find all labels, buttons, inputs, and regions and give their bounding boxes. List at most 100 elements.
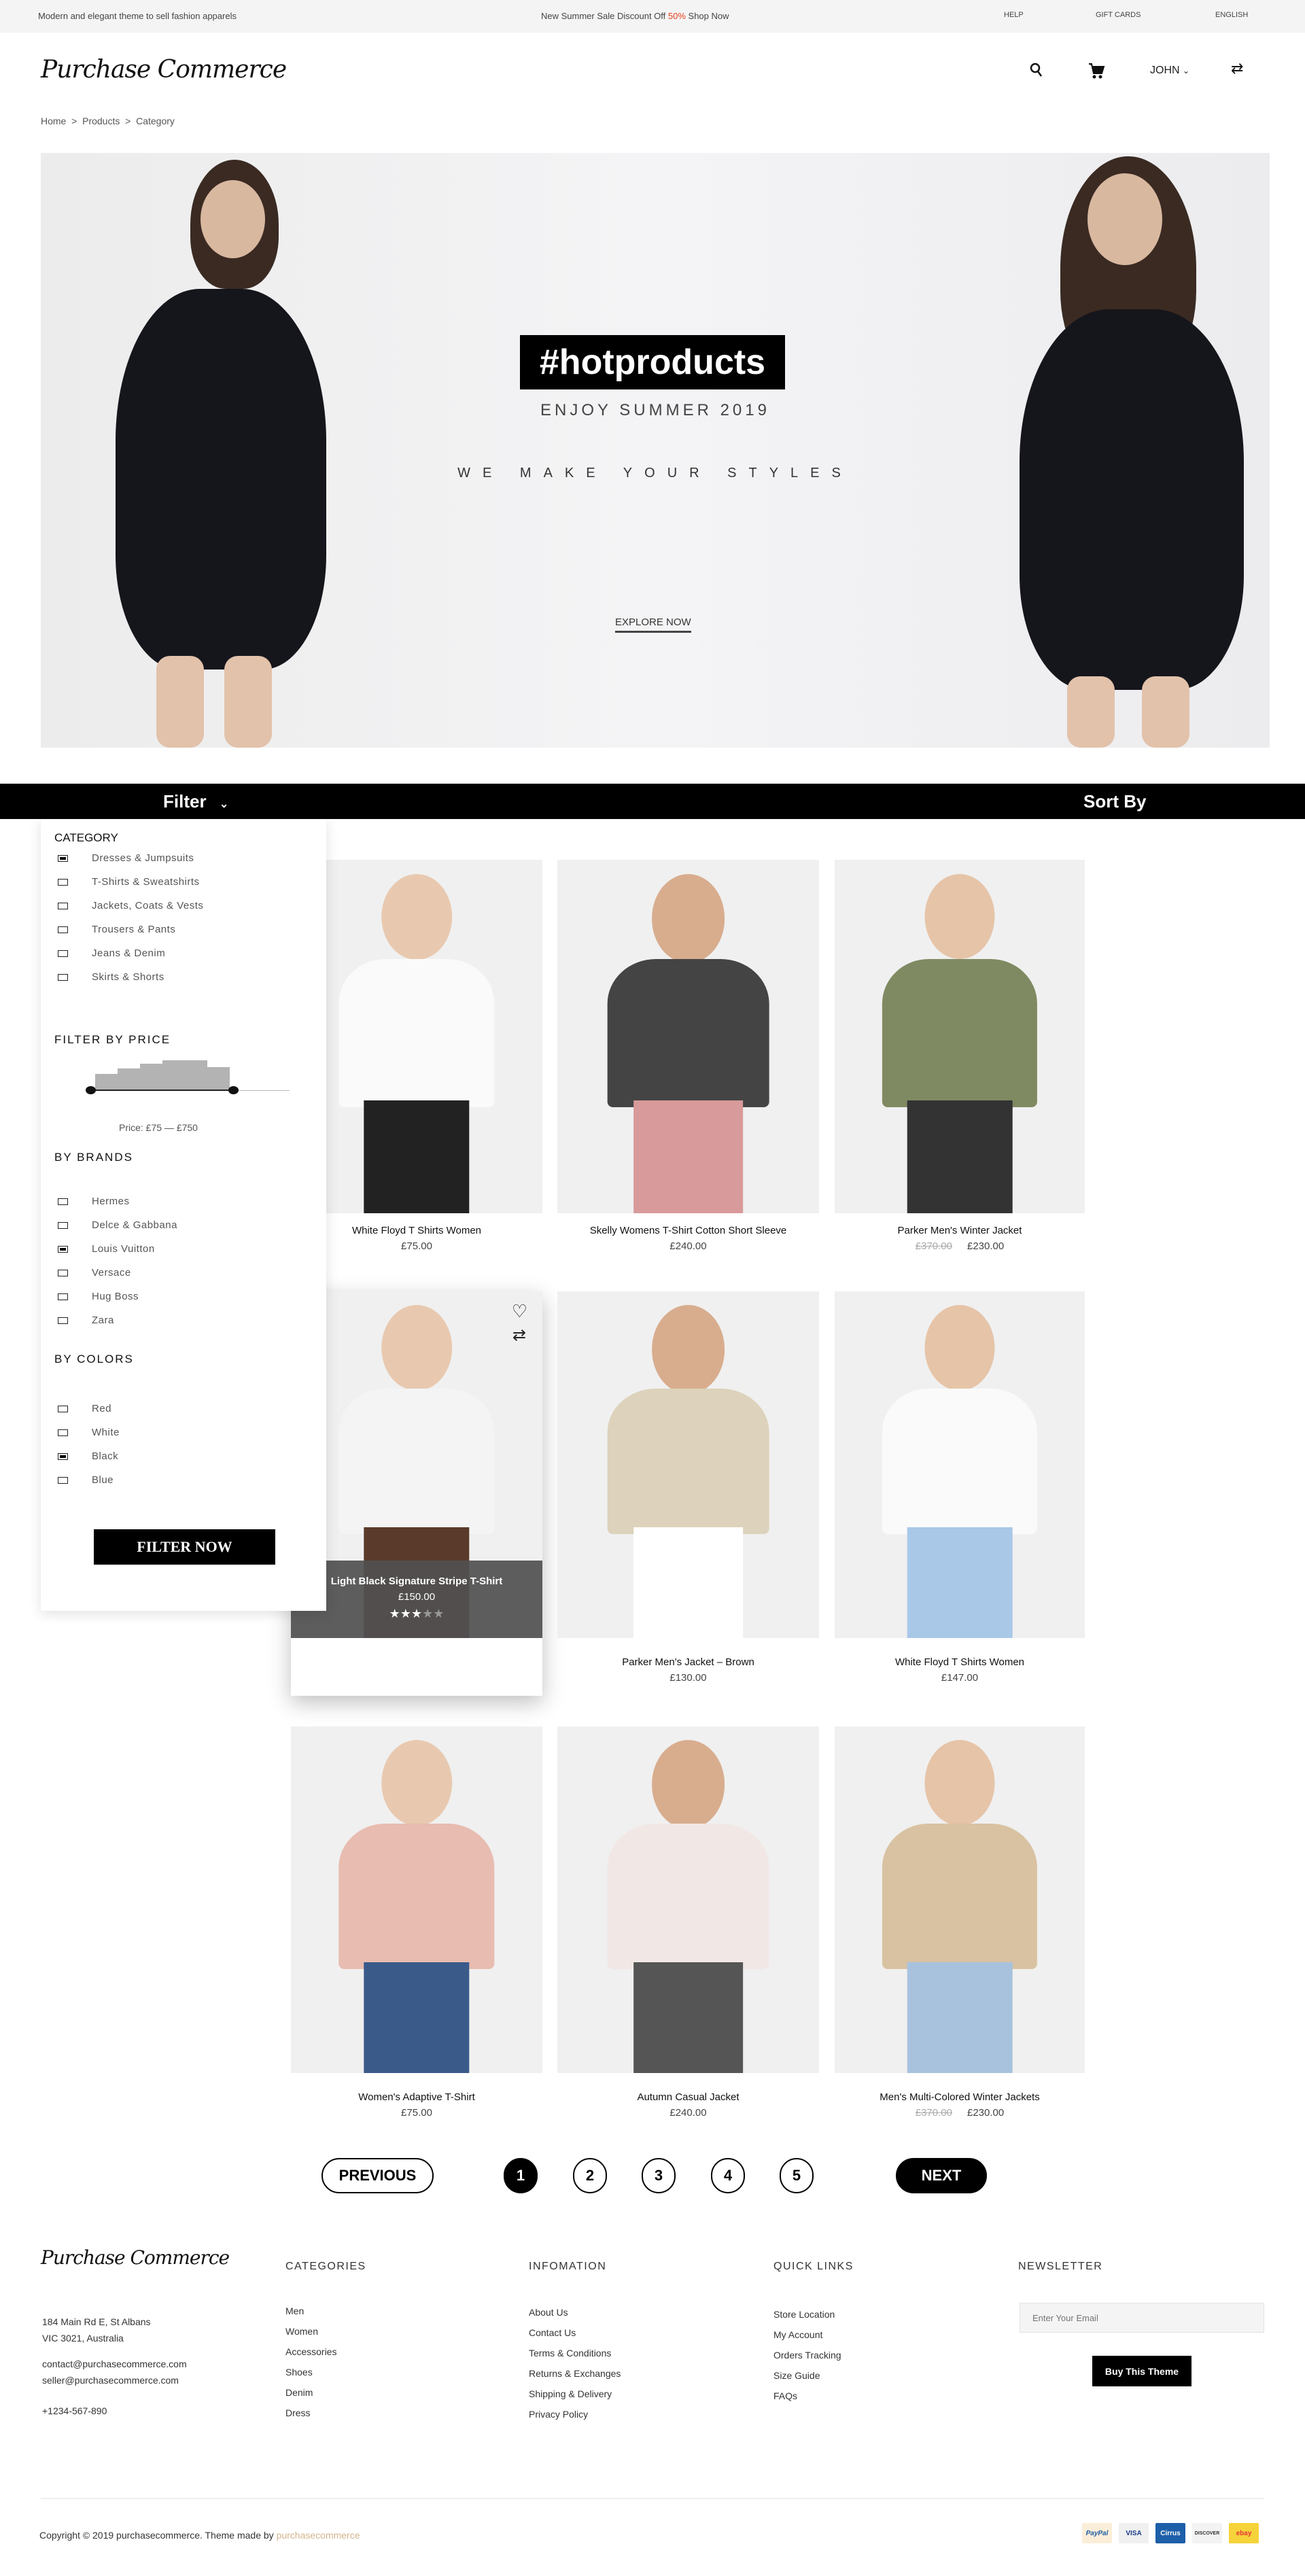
- color-option[interactable]: Blue: [58, 1468, 120, 1492]
- next-button[interactable]: NEXT: [896, 2158, 987, 2193]
- category-option[interactable]: Trousers & Pants: [58, 918, 203, 941]
- product-card[interactable]: Skelly Womens T-Shirt Cotton Short Sleev…: [557, 860, 819, 1264]
- product-card[interactable]: Parker Men's Winter Jacket £370.00 £230.00: [835, 860, 1085, 1264]
- product-image[interactable]: [557, 860, 819, 1213]
- brand-option[interactable]: Zara: [58, 1308, 177, 1332]
- help-link[interactable]: HELP: [1004, 11, 1024, 19]
- promo[interactable]: New Summer Sale Discount Off 50% Shop No…: [541, 11, 729, 21]
- color-option[interactable]: White: [58, 1421, 120, 1444]
- footer-info-link[interactable]: Terms & Conditions: [529, 2348, 611, 2359]
- product-title[interactable]: Women's Adaptive T-Shirt: [291, 2091, 542, 2103]
- product-image[interactable]: [291, 860, 542, 1213]
- checkbox[interactable]: [58, 1293, 68, 1300]
- seller-email[interactable]: seller@purchasecommerce.com: [42, 2375, 179, 2386]
- product-title[interactable]: Parker Men's Jacket – Brown: [557, 1656, 819, 1668]
- color-option[interactable]: Black: [58, 1444, 120, 1468]
- price-slider[interactable]: [86, 1060, 292, 1101]
- color-option[interactable]: Red: [58, 1397, 120, 1421]
- checkbox[interactable]: [58, 1476, 68, 1484]
- checkbox[interactable]: [58, 973, 68, 981]
- category-option[interactable]: Jeans & Denim: [58, 941, 203, 965]
- product-card[interactable]: Women's Adaptive T-Shirt £75.00: [291, 1726, 542, 2131]
- product-image[interactable]: [835, 860, 1085, 1213]
- checkbox[interactable]: [58, 1198, 68, 1205]
- buy-theme-button[interactable]: Buy This Theme: [1092, 2356, 1191, 2386]
- explore-now-link[interactable]: EXPLORE NOW: [615, 616, 691, 633]
- checkbox[interactable]: [58, 878, 68, 886]
- slider-handle-max[interactable]: [228, 1086, 239, 1094]
- footer-quick-link[interactable]: Size Guide: [773, 2370, 820, 2381]
- sort-by-button[interactable]: Sort By: [1083, 791, 1146, 812]
- language-selector[interactable]: ENGLISH: [1215, 11, 1248, 19]
- checkbox[interactable]: [58, 1405, 68, 1412]
- breadcrumb-home[interactable]: Home: [41, 116, 66, 126]
- compare-swap-icon[interactable]: ⇄: [512, 1325, 526, 1345]
- checkbox[interactable]: [58, 1429, 68, 1436]
- footer-category-link[interactable]: Men: [285, 2305, 304, 2316]
- checkbox[interactable]: [58, 1221, 68, 1229]
- product-title[interactable]: Men's Multi-Colored Winter Jackets: [835, 2091, 1085, 2103]
- footer-category-link[interactable]: Accessories: [285, 2346, 336, 2357]
- product-title[interactable]: Parker Men's Winter Jacket: [835, 1225, 1085, 1236]
- product-card[interactable]: White Floyd T Shirts Women £75.00: [291, 860, 542, 1264]
- theme-author-link[interactable]: purchasecommerce: [277, 2530, 360, 2541]
- breadcrumb-products[interactable]: Products: [82, 116, 120, 126]
- product-image[interactable]: [557, 1726, 819, 2073]
- footer-info-link[interactable]: Shipping & Delivery: [529, 2388, 612, 2399]
- product-title[interactable]: White Floyd T Shirts Women: [291, 1225, 542, 1236]
- footer-quick-link[interactable]: Orders Tracking: [773, 2350, 841, 2361]
- logo[interactable]: Purchase Commerce: [41, 56, 287, 84]
- product-card[interactable]: Parker Men's Jacket – Brown £130.00: [557, 1291, 819, 1696]
- checkbox[interactable]: [58, 1269, 68, 1276]
- category-option[interactable]: Jackets, Coats & Vests: [58, 894, 203, 918]
- product-card[interactable]: ♡ ⇄ Light Black Signature Stripe T-Shirt £1…: [291, 1291, 542, 1696]
- page-2-button[interactable]: 2: [573, 2158, 607, 2193]
- product-image[interactable]: [557, 1291, 819, 1638]
- product-image[interactable]: ♡ ⇄ Light Black Signature Stripe T-Shirt £1…: [291, 1291, 542, 1638]
- checkbox[interactable]: [58, 1245, 68, 1253]
- page-4-button[interactable]: 4: [711, 2158, 745, 2193]
- footer-category-link[interactable]: Women: [285, 2326, 318, 2337]
- footer-info-link[interactable]: Returns & Exchanges: [529, 2368, 621, 2379]
- footer-logo[interactable]: Purchase Commerce: [41, 2246, 230, 2269]
- checkbox[interactable]: [58, 854, 68, 862]
- footer-quick-link[interactable]: Store Location: [773, 2309, 835, 2320]
- footer-category-link[interactable]: Dress: [285, 2407, 311, 2418]
- footer-info-link[interactable]: Contact Us: [529, 2327, 576, 2338]
- wishlist-heart-icon[interactable]: ♡: [512, 1301, 527, 1322]
- category-option[interactable]: T-Shirts & Sweatshirts: [58, 870, 203, 894]
- previous-button[interactable]: PREVIOUS: [321, 2158, 434, 2193]
- contact-email[interactable]: contact@purchasecommerce.com: [42, 2359, 187, 2369]
- checkbox[interactable]: [58, 950, 68, 957]
- brand-option[interactable]: Louis Vuitton: [58, 1237, 177, 1261]
- checkbox[interactable]: [58, 1452, 68, 1460]
- checkbox[interactable]: [58, 902, 68, 909]
- page-1-button[interactable]: 1: [504, 2158, 538, 2193]
- product-title[interactable]: White Floyd T Shirts Women: [835, 1656, 1085, 1668]
- brand-option[interactable]: Versace: [58, 1261, 177, 1285]
- page-5-button[interactable]: 5: [780, 2158, 814, 2193]
- swap-icon[interactable]: ⇄: [1231, 60, 1243, 77]
- footer-info-link[interactable]: Privacy Policy: [529, 2409, 588, 2420]
- brand-option[interactable]: Delce & Gabbana: [58, 1213, 177, 1237]
- slider-handle-min[interactable]: [86, 1086, 96, 1094]
- category-option[interactable]: Skirts & Shorts: [58, 965, 203, 989]
- product-image[interactable]: [835, 1726, 1085, 2073]
- brand-option[interactable]: Hermes: [58, 1189, 177, 1213]
- product-title[interactable]: Autumn Casual Jacket: [557, 2091, 819, 2103]
- footer-category-link[interactable]: Shoes: [285, 2367, 313, 2378]
- user-menu[interactable]: JOHN ⌄: [1150, 65, 1189, 77]
- newsletter-email-input[interactable]: [1020, 2303, 1264, 2333]
- brand-option[interactable]: Hug Boss: [58, 1285, 177, 1308]
- category-option[interactable]: Dresses & Jumpsuits: [58, 846, 203, 870]
- filter-now-button[interactable]: FILTER NOW: [94, 1529, 275, 1565]
- cart-icon[interactable]: [1088, 61, 1105, 84]
- search-icon[interactable]: [1029, 61, 1044, 83]
- checkbox[interactable]: [58, 1317, 68, 1324]
- checkbox[interactable]: [58, 926, 68, 933]
- product-card[interactable]: Autumn Casual Jacket £240.00: [557, 1726, 819, 2131]
- filter-toggle[interactable]: Filter ⌄: [163, 791, 228, 812]
- gift-cards-link[interactable]: GIFT CARDS: [1096, 11, 1141, 19]
- footer-info-link[interactable]: About Us: [529, 2307, 568, 2318]
- footer-category-link[interactable]: Denim: [285, 2387, 313, 2398]
